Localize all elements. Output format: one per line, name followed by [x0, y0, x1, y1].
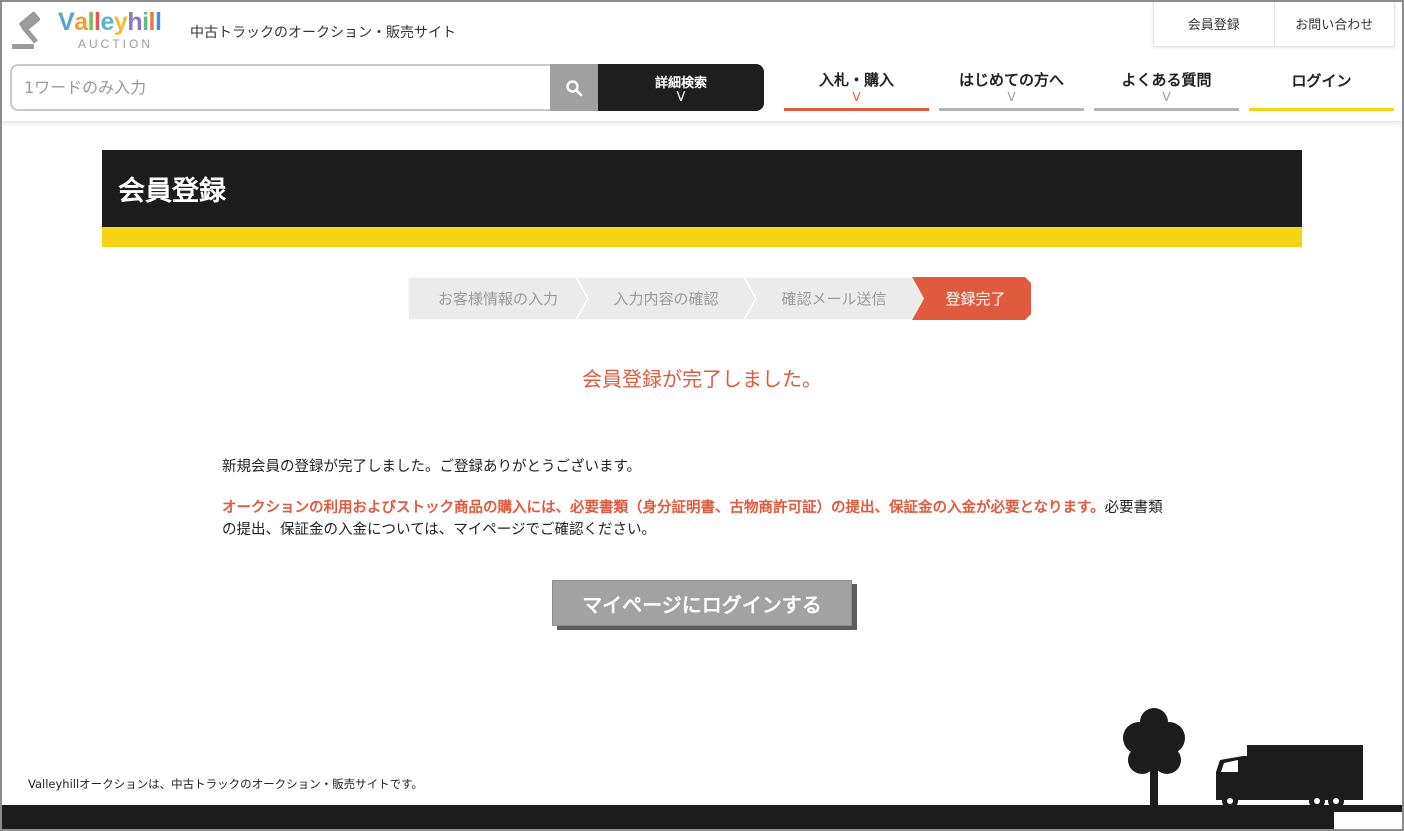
- nav-label: 入札・購入: [818, 71, 894, 89]
- search-input[interactable]: [24, 78, 551, 97]
- gavel-icon: [12, 11, 41, 49]
- logo-letter: h: [127, 8, 143, 36]
- step-confirm-email: 確認メール送信: [744, 277, 924, 320]
- logo-letter: l: [155, 8, 162, 36]
- logo-letter: y: [113, 8, 128, 36]
- progress-steps: お客様情報の入力 入力内容の確認 確認メール送信 登録完了: [408, 277, 1031, 320]
- footer-page-top-tab[interactable]: [1334, 812, 1404, 831]
- nav-label: よくある質問: [1121, 71, 1212, 89]
- nav-faq[interactable]: よくある質問 V: [1094, 64, 1239, 111]
- chevron-down-icon: V: [1007, 90, 1016, 104]
- step-complete: 登録完了: [912, 277, 1031, 320]
- logo-wordmark: Valleyhill: [58, 8, 162, 37]
- page-title-bar: 会員登録: [102, 150, 1302, 227]
- page-title-block: 会員登録: [102, 150, 1302, 247]
- tree-and-truck-silhouette: [1123, 708, 1363, 809]
- step-label: 確認メール送信: [781, 290, 887, 308]
- chevron-down-icon: V: [676, 90, 686, 105]
- nav-label: はじめての方へ: [958, 71, 1064, 89]
- logo-letter: e: [100, 8, 115, 36]
- nav-underline: [1094, 108, 1239, 111]
- nav-underline: [1249, 108, 1394, 111]
- search-button[interactable]: [550, 64, 598, 111]
- nav-first-time[interactable]: はじめての方へ V: [939, 64, 1084, 111]
- logo-subtitle: AUCTION: [78, 37, 153, 51]
- step-customer-info: お客様情報の入力: [408, 277, 588, 320]
- site-tagline: 中古トラックのオークション・販売サイト: [190, 25, 456, 41]
- completion-heading: 会員登録が完了しました。: [582, 367, 822, 391]
- top-links: 会員登録 お問い合わせ: [1153, 0, 1395, 47]
- step-confirm-input: 入力内容の確認: [576, 277, 756, 320]
- nav-login[interactable]: ログイン: [1249, 64, 1394, 111]
- step-label: 登録完了: [945, 290, 1006, 308]
- step-label: お客様情報の入力: [437, 290, 558, 308]
- page-title-accent: [102, 227, 1302, 247]
- step-label: 入力内容の確認: [613, 290, 719, 308]
- page-title: 会員登録: [118, 176, 226, 207]
- thanks-text: 新規会員の登録が完了しました。ご登録ありがとうございます。: [222, 459, 642, 475]
- contact-link[interactable]: お問い合わせ: [1273, 0, 1395, 46]
- chevron-down-icon: V: [1162, 90, 1171, 104]
- advanced-search-button[interactable]: 詳細検索 V: [598, 64, 764, 111]
- nav-underline: [784, 108, 929, 111]
- site-logo[interactable]: Valleyhill AUCTION: [10, 8, 170, 54]
- requirements-text: オークションの利用およびストック商品の購入には、必要書類（身分証明書、古物商許可…: [222, 497, 1172, 541]
- logo-letter: a: [74, 8, 88, 36]
- nav-underline: [939, 108, 1084, 111]
- logo-letter: V: [58, 8, 75, 36]
- search-box: [10, 64, 551, 111]
- completion-body: 新規会員の登録が完了しました。ご登録ありがとうございます。 オークションの利用お…: [222, 456, 1172, 541]
- advanced-search-label: 詳細検索: [654, 76, 707, 91]
- footer-description: Valleyhillオークションは、中古トラックのオークション・販売サイトです。: [28, 777, 424, 791]
- search-icon: [566, 79, 583, 96]
- mypage-login-button[interactable]: マイページにログインする: [552, 580, 852, 626]
- footer-bar: [0, 805, 1404, 831]
- nav-bid-buy[interactable]: 入札・購入 V: [784, 64, 929, 111]
- member-register-link[interactable]: 会員登録: [1154, 0, 1274, 46]
- site-header: Valleyhill AUCTION 中古トラックのオークション・販売サイト 会…: [0, 0, 1404, 121]
- requirements-warning: オークションの利用およびストック商品の購入には、必要書類（身分証明書、古物商許可…: [222, 500, 1105, 516]
- chevron-down-icon: V: [852, 90, 861, 104]
- nav-label: ログイン: [1291, 72, 1352, 90]
